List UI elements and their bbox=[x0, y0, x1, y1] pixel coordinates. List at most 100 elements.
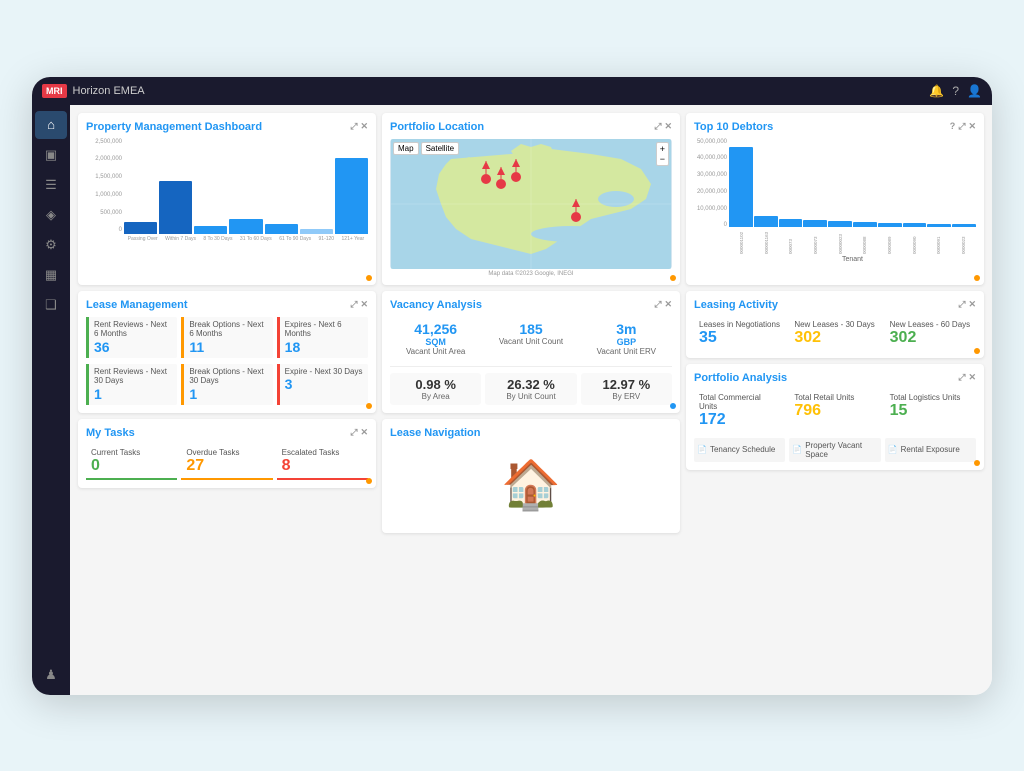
portfolio-analysis-icons: ⤢ ✕ bbox=[958, 372, 976, 383]
chart-bars bbox=[124, 139, 368, 234]
bar-1 bbox=[124, 222, 157, 233]
debtor-bar-4 bbox=[803, 220, 827, 226]
expand-icon[interactable]: ⤢ bbox=[958, 121, 965, 132]
left-column: Lease Management ⤢ ✕ Rent Reviews - Next… bbox=[78, 291, 376, 533]
property-chart-widget: Property Management Dashboard ⤢ ✕ 2,500,… bbox=[78, 113, 376, 285]
portfolio-icons: ⤢ ✕ bbox=[654, 121, 672, 132]
lease-item-rent-review-30d: Rent Reviews - Next 30 Days 1 bbox=[86, 364, 177, 405]
debtors-chart: 50,000,000 40,000,000 30,000,000 20,000,… bbox=[694, 139, 976, 263]
bar-6 bbox=[300, 229, 333, 234]
sidebar-item-user[interactable]: ♟ bbox=[35, 661, 67, 689]
top-debtors-title: Top 10 Debtors ? ⤢ ✕ bbox=[694, 121, 976, 133]
sidebar-item-layers[interactable]: ❑ bbox=[35, 291, 67, 319]
expand-icon[interactable]: ⤢ bbox=[654, 121, 661, 132]
my-tasks-widget: My Tasks ⤢ ✕ Current Tasks 0 bbox=[78, 419, 376, 488]
lease-nav-content: 🏠 bbox=[390, 445, 672, 525]
sidebar: ⌂ ▣ ☰ ◈ ⚙ ▦ ❑ ♟ bbox=[32, 105, 70, 695]
map-svg bbox=[390, 139, 672, 269]
debtor-bar-9 bbox=[927, 224, 951, 227]
bar-5 bbox=[265, 224, 298, 234]
overdue-tasks-item: Overdue Tasks 27 bbox=[181, 445, 272, 480]
leasing-grid: Leases in Negotiations 35 New Leases - 3… bbox=[694, 317, 976, 350]
vacancy-icons: ⤢ ✕ bbox=[654, 299, 672, 310]
debtor-bar-6 bbox=[853, 222, 877, 226]
lease-item-expires-6m: Expires - Next 6 Months 18 bbox=[277, 317, 368, 358]
lease-item-break-30d: Break Options - Next 30 Days 1 bbox=[181, 364, 272, 405]
rental-exposure-link[interactable]: 📄 Rental Exposure bbox=[885, 438, 976, 462]
lease-navigation-widget: Lease Navigation 🏠 bbox=[382, 419, 680, 533]
user-icon[interactable]: 👤 bbox=[967, 84, 982, 98]
close-icon[interactable]: ✕ bbox=[664, 121, 672, 132]
vacancy-analysis-widget: Vacancy Analysis ⤢ ✕ 41,256 SQM Vacant U… bbox=[382, 291, 680, 413]
middle-column: Vacancy Analysis ⤢ ✕ 41,256 SQM Vacant U… bbox=[382, 291, 680, 533]
map-attribution: Map data ©2023 Google, INEGI bbox=[390, 271, 672, 277]
app-title: Horizon EMEA bbox=[73, 85, 145, 97]
bar-3 bbox=[194, 226, 227, 234]
chart-y-axis: 2,500,000 2,000,000 1,500,000 1,000,000 … bbox=[86, 139, 124, 234]
debtors-bars bbox=[729, 139, 976, 227]
chart-area: Passing Over Within 7 Days 8 To 30 Days … bbox=[124, 139, 368, 242]
expand-icon[interactable]: ⤢ bbox=[350, 121, 357, 132]
vacancy-by-unit: 26.32 % By Unit Count bbox=[485, 373, 576, 405]
zoom-control[interactable]: +− bbox=[656, 142, 669, 166]
close-icon[interactable]: ✕ bbox=[968, 121, 976, 132]
bar-4 bbox=[229, 219, 262, 233]
vacancy-top-metrics: 41,256 SQM Vacant Unit Area 185 Vacant U… bbox=[390, 317, 672, 360]
map-button[interactable]: Map bbox=[393, 142, 419, 155]
leasing-corner-dot bbox=[974, 348, 980, 354]
expand-icon[interactable]: ⤢ bbox=[654, 299, 661, 310]
portfolio-analysis-widget: Portfolio Analysis ⤢ ✕ Total Commercial … bbox=[686, 364, 984, 470]
portfolio-logistics: Total Logistics Units 15 bbox=[885, 390, 976, 432]
lease-icons: ⤢ ✕ bbox=[350, 299, 368, 310]
sidebar-item-home[interactable]: ⌂ bbox=[35, 111, 67, 139]
debtor-bar-5 bbox=[828, 221, 852, 226]
leasing-new-60d: New Leases - 60 Days 302 bbox=[885, 317, 976, 350]
debtor-bar-2 bbox=[754, 216, 778, 227]
expand-icon[interactable]: ⤢ bbox=[350, 427, 357, 438]
debtor-bar-3 bbox=[779, 219, 803, 226]
bottom-row: Lease Management ⤢ ✕ Rent Reviews - Next… bbox=[78, 291, 984, 533]
sidebar-item-chart[interactable]: ▦ bbox=[35, 261, 67, 289]
vacancy-sqm: 41,256 SQM Vacant Unit Area bbox=[390, 317, 481, 360]
expand-icon[interactable]: ⤢ bbox=[350, 299, 357, 310]
current-tasks-item: Current Tasks 0 bbox=[86, 445, 177, 480]
vacancy-corner-dot bbox=[670, 403, 676, 409]
leasing-negotiations: Leases in Negotiations 35 bbox=[694, 317, 785, 350]
question-icon[interactable]: ? bbox=[950, 121, 956, 132]
close-icon[interactable]: ✕ bbox=[360, 299, 368, 310]
expand-icon[interactable]: ⤢ bbox=[958, 372, 965, 383]
debtor-bar-8 bbox=[903, 223, 927, 227]
vacancy-by-erv: 12.97 % By ERV bbox=[581, 373, 672, 405]
close-icon[interactable]: ✕ bbox=[968, 299, 976, 310]
debtor-bar-1 bbox=[729, 147, 753, 226]
house-icon[interactable]: 🏠 bbox=[501, 456, 561, 513]
bell-icon[interactable]: 🔔 bbox=[929, 84, 944, 98]
tenancy-schedule-link[interactable]: 📄 Tenancy Schedule bbox=[694, 438, 785, 462]
sidebar-item-tag[interactable]: ◈ bbox=[35, 201, 67, 229]
debtor-bar-7 bbox=[878, 223, 902, 227]
tasks-grid: Current Tasks 0 Overdue Tasks 27 Escalat… bbox=[86, 445, 368, 480]
sidebar-item-monitor[interactable]: ▣ bbox=[35, 141, 67, 169]
close-icon[interactable]: ✕ bbox=[360, 121, 368, 132]
close-icon[interactable]: ✕ bbox=[360, 427, 368, 438]
expand-icon[interactable]: ⤢ bbox=[958, 299, 965, 310]
property-chart-wrapper: 2,500,000 2,000,000 1,500,000 1,000,000 … bbox=[86, 139, 368, 242]
debtors-icons: ? ⤢ ✕ bbox=[950, 121, 976, 132]
vacancy-pct-metrics: 0.98 % By Area 26.32 % By Unit Count 12.… bbox=[390, 373, 672, 405]
close-icon[interactable]: ✕ bbox=[968, 372, 976, 383]
map-corner-dot bbox=[670, 275, 676, 281]
divider bbox=[390, 366, 672, 367]
bar-7 bbox=[335, 158, 368, 234]
vacancy-by-area: 0.98 % By Area bbox=[390, 373, 481, 405]
top-bar-icons: 🔔 ? 👤 bbox=[929, 84, 982, 98]
property-vacant-link[interactable]: 📄 Property Vacant Space bbox=[789, 438, 880, 462]
debtors-corner-dot bbox=[974, 275, 980, 281]
satellite-button[interactable]: Satellite bbox=[421, 142, 459, 155]
bar-2 bbox=[159, 181, 192, 233]
sidebar-item-settings[interactable]: ⚙ bbox=[35, 231, 67, 259]
portfolio-location-title: Portfolio Location ⤢ ✕ bbox=[390, 121, 672, 133]
app-layout: ⌂ ▣ ☰ ◈ ⚙ ▦ ❑ ♟ Property Management Dash… bbox=[32, 105, 992, 695]
help-icon[interactable]: ? bbox=[952, 84, 959, 98]
sidebar-item-list[interactable]: ☰ bbox=[35, 171, 67, 199]
close-icon[interactable]: ✕ bbox=[664, 299, 672, 310]
